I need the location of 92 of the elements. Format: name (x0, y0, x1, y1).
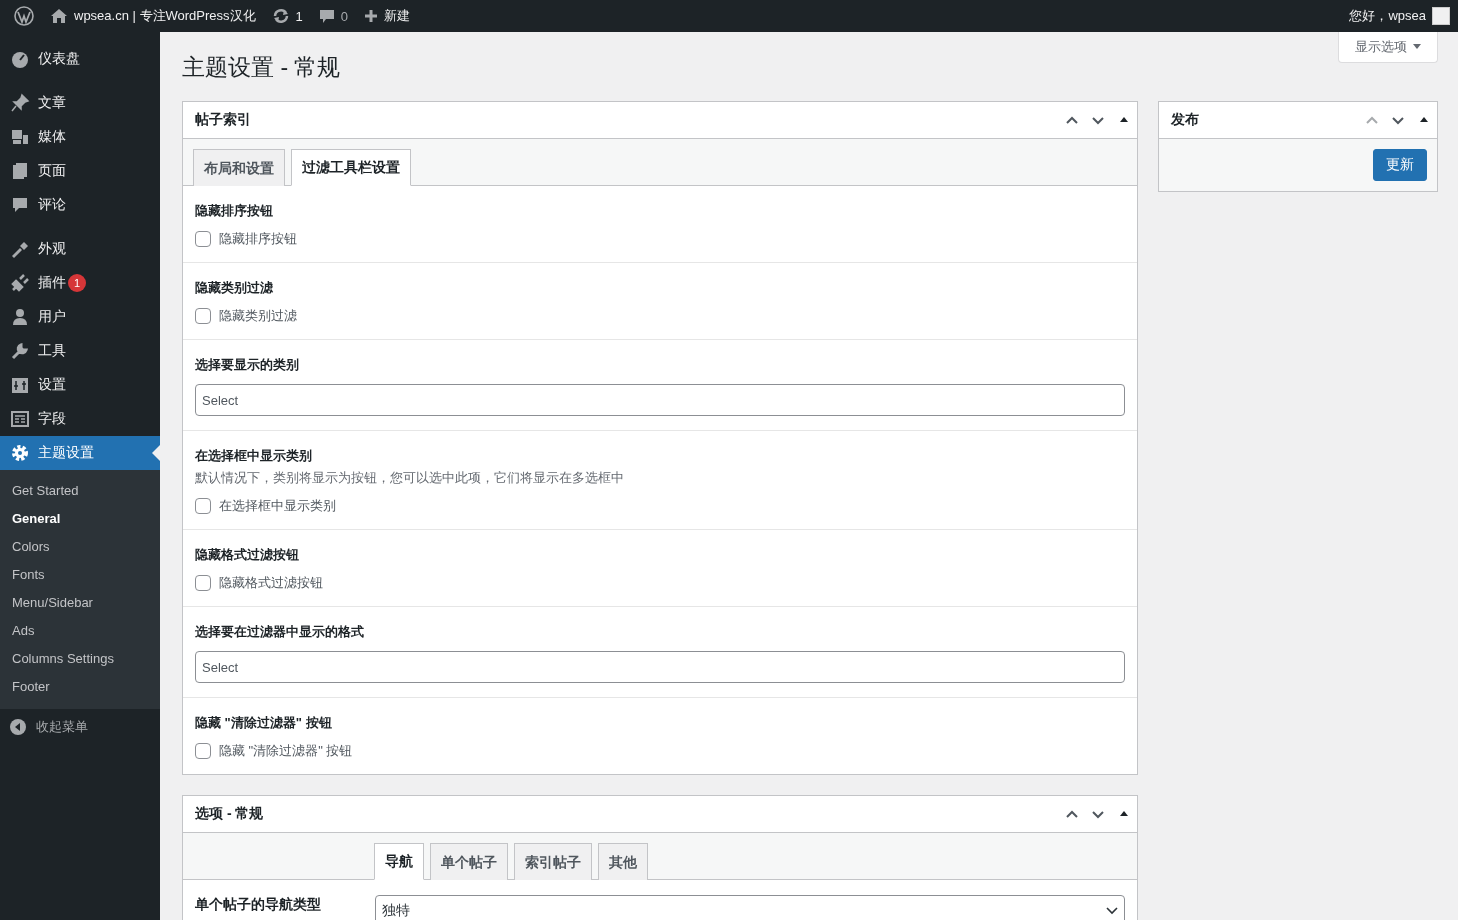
setting-title: 选择要在过滤器中显示的格式 (195, 623, 365, 641)
checkbox[interactable] (195, 231, 211, 247)
refresh-icon (271, 8, 290, 24)
submenu-item[interactable]: Colors (0, 533, 160, 561)
menu-label: 评论 (38, 196, 66, 214)
checkbox[interactable] (195, 743, 211, 759)
menu-label: 字段 (38, 410, 66, 428)
menu-icon (10, 443, 30, 463)
menu-label: 用户 (38, 308, 66, 326)
sidebar-item[interactable]: 工具 (0, 334, 160, 368)
checkbox[interactable] (195, 575, 211, 591)
panel-title: 发布 (1171, 111, 1200, 129)
update-button[interactable]: 更新 (1373, 149, 1427, 181)
sidebar-item[interactable]: 插件 1 (0, 266, 160, 300)
checkbox[interactable] (195, 308, 211, 324)
submenu-item[interactable]: Menu/Sidebar (0, 589, 160, 617)
submenu-item[interactable]: Fonts (0, 561, 160, 589)
plus-icon (364, 9, 379, 23)
update-count-badge: 1 (68, 274, 86, 292)
setting-title: 隐藏 "清除过滤器" 按钮 (195, 714, 333, 732)
comment-icon (318, 8, 335, 24)
checkbox-label[interactable]: 在选择框中显示类别 (219, 497, 336, 515)
home-icon (50, 8, 68, 24)
sidebar-item[interactable]: 评论 (0, 188, 160, 222)
checkbox-label[interactable]: 隐藏排序按钮 (219, 230, 297, 248)
submenu-item[interactable]: General (0, 505, 160, 533)
menu-label: 插件 (38, 274, 66, 292)
select-field[interactable]: Select (195, 384, 1125, 416)
menu-icon (10, 239, 30, 259)
tab[interactable]: 其他 (598, 843, 648, 880)
collapse-menu-label[interactable]: 收起菜单 (36, 718, 88, 736)
setting-title: 隐藏格式过滤按钮 (195, 546, 300, 564)
sidebar-item[interactable]: 页面 (0, 154, 160, 188)
sidebar-item[interactable]: 仪表盘 (0, 42, 160, 76)
checkbox-label[interactable]: 隐藏类别过滤 (219, 307, 297, 325)
select-field[interactable]: Select (195, 651, 1125, 683)
sidebar-item[interactable]: 媒体 (0, 120, 160, 154)
chevron-down-icon (1106, 907, 1118, 915)
menu-icon (10, 93, 30, 113)
sidebar-item[interactable]: 设置 (0, 368, 160, 402)
tab[interactable]: 单个帖子 (430, 843, 508, 880)
setting-title: 隐藏类别过滤 (195, 279, 274, 297)
menu-icon (10, 127, 30, 147)
menu-icon (10, 375, 30, 395)
tab[interactable]: 过滤工具栏设置 (291, 149, 411, 186)
screen-options-button[interactable]: 显示选项 (1338, 32, 1438, 63)
tab[interactable]: 导航 (374, 843, 424, 880)
sidebar-item[interactable]: 用户 (0, 300, 160, 334)
setting-title: 选择要显示的类别 (195, 356, 300, 374)
panel-title: 帖子索引 (195, 111, 252, 129)
checkbox-label[interactable]: 隐藏 "清除过滤器" 按钮 (219, 742, 353, 760)
checkbox-label[interactable]: 隐藏格式过滤按钮 (219, 574, 323, 592)
submenu-item[interactable]: Columns Settings (0, 645, 160, 673)
setting-description: 默认情况下，类别将显示为按钮，您可以选中此项，它们将显示在多选框中 (195, 469, 625, 487)
menu-icon (10, 49, 30, 69)
menu-icon (10, 195, 30, 215)
menu-label: 外观 (38, 240, 66, 258)
checkbox[interactable] (195, 498, 211, 514)
greeting-link[interactable]: 您好，wpsea (1349, 7, 1426, 25)
select-field[interactable]: 独特 (375, 895, 1125, 920)
panel-title: 选项 - 常规 (195, 805, 265, 823)
new-link[interactable]: 新建 (384, 7, 411, 25)
submenu-item[interactable]: Get Started (0, 477, 160, 505)
caret-down-icon (1413, 44, 1421, 50)
sidebar-item[interactable]: 字段 (0, 402, 160, 436)
menu-icon (10, 273, 30, 293)
menu-label: 页面 (38, 162, 66, 180)
menu-icon (10, 341, 30, 361)
updates-count[interactable]: 1 (295, 8, 303, 24)
menu-label: 媒体 (38, 128, 66, 146)
menu-label: 文章 (38, 94, 66, 112)
sidebar-item[interactable]: 外观 (0, 232, 160, 266)
field-label: 单个帖子的导航类型 (194, 895, 322, 914)
menu-label: 工具 (38, 342, 66, 360)
menu-label: 仪表盘 (38, 50, 80, 68)
sidebar-item[interactable]: 文章 (0, 86, 160, 120)
setting-title: 隐藏排序按钮 (195, 202, 274, 220)
collapse-icon[interactable] (10, 719, 26, 735)
menu-icon (10, 409, 30, 429)
menu-label: 主题设置 (38, 444, 94, 462)
page-title: 主题设置 - 常规 (182, 53, 341, 82)
sidebar-item[interactable]: 主题设置 (0, 436, 160, 470)
menu-icon (10, 307, 30, 327)
menu-label: 设置 (38, 376, 66, 394)
setting-title: 在选择框中显示类别 (195, 447, 313, 465)
submenu-item[interactable]: Ads (0, 617, 160, 645)
comments-count[interactable]: 0 (340, 8, 349, 24)
menu-icon (10, 161, 30, 181)
site-name-link[interactable]: wpsea.cn | 专注WordPress汉化 (74, 7, 256, 25)
submenu-item[interactable]: Footer (0, 673, 160, 701)
tab[interactable]: 布局和设置 (193, 149, 285, 186)
tab[interactable]: 索引帖子 (514, 843, 592, 880)
